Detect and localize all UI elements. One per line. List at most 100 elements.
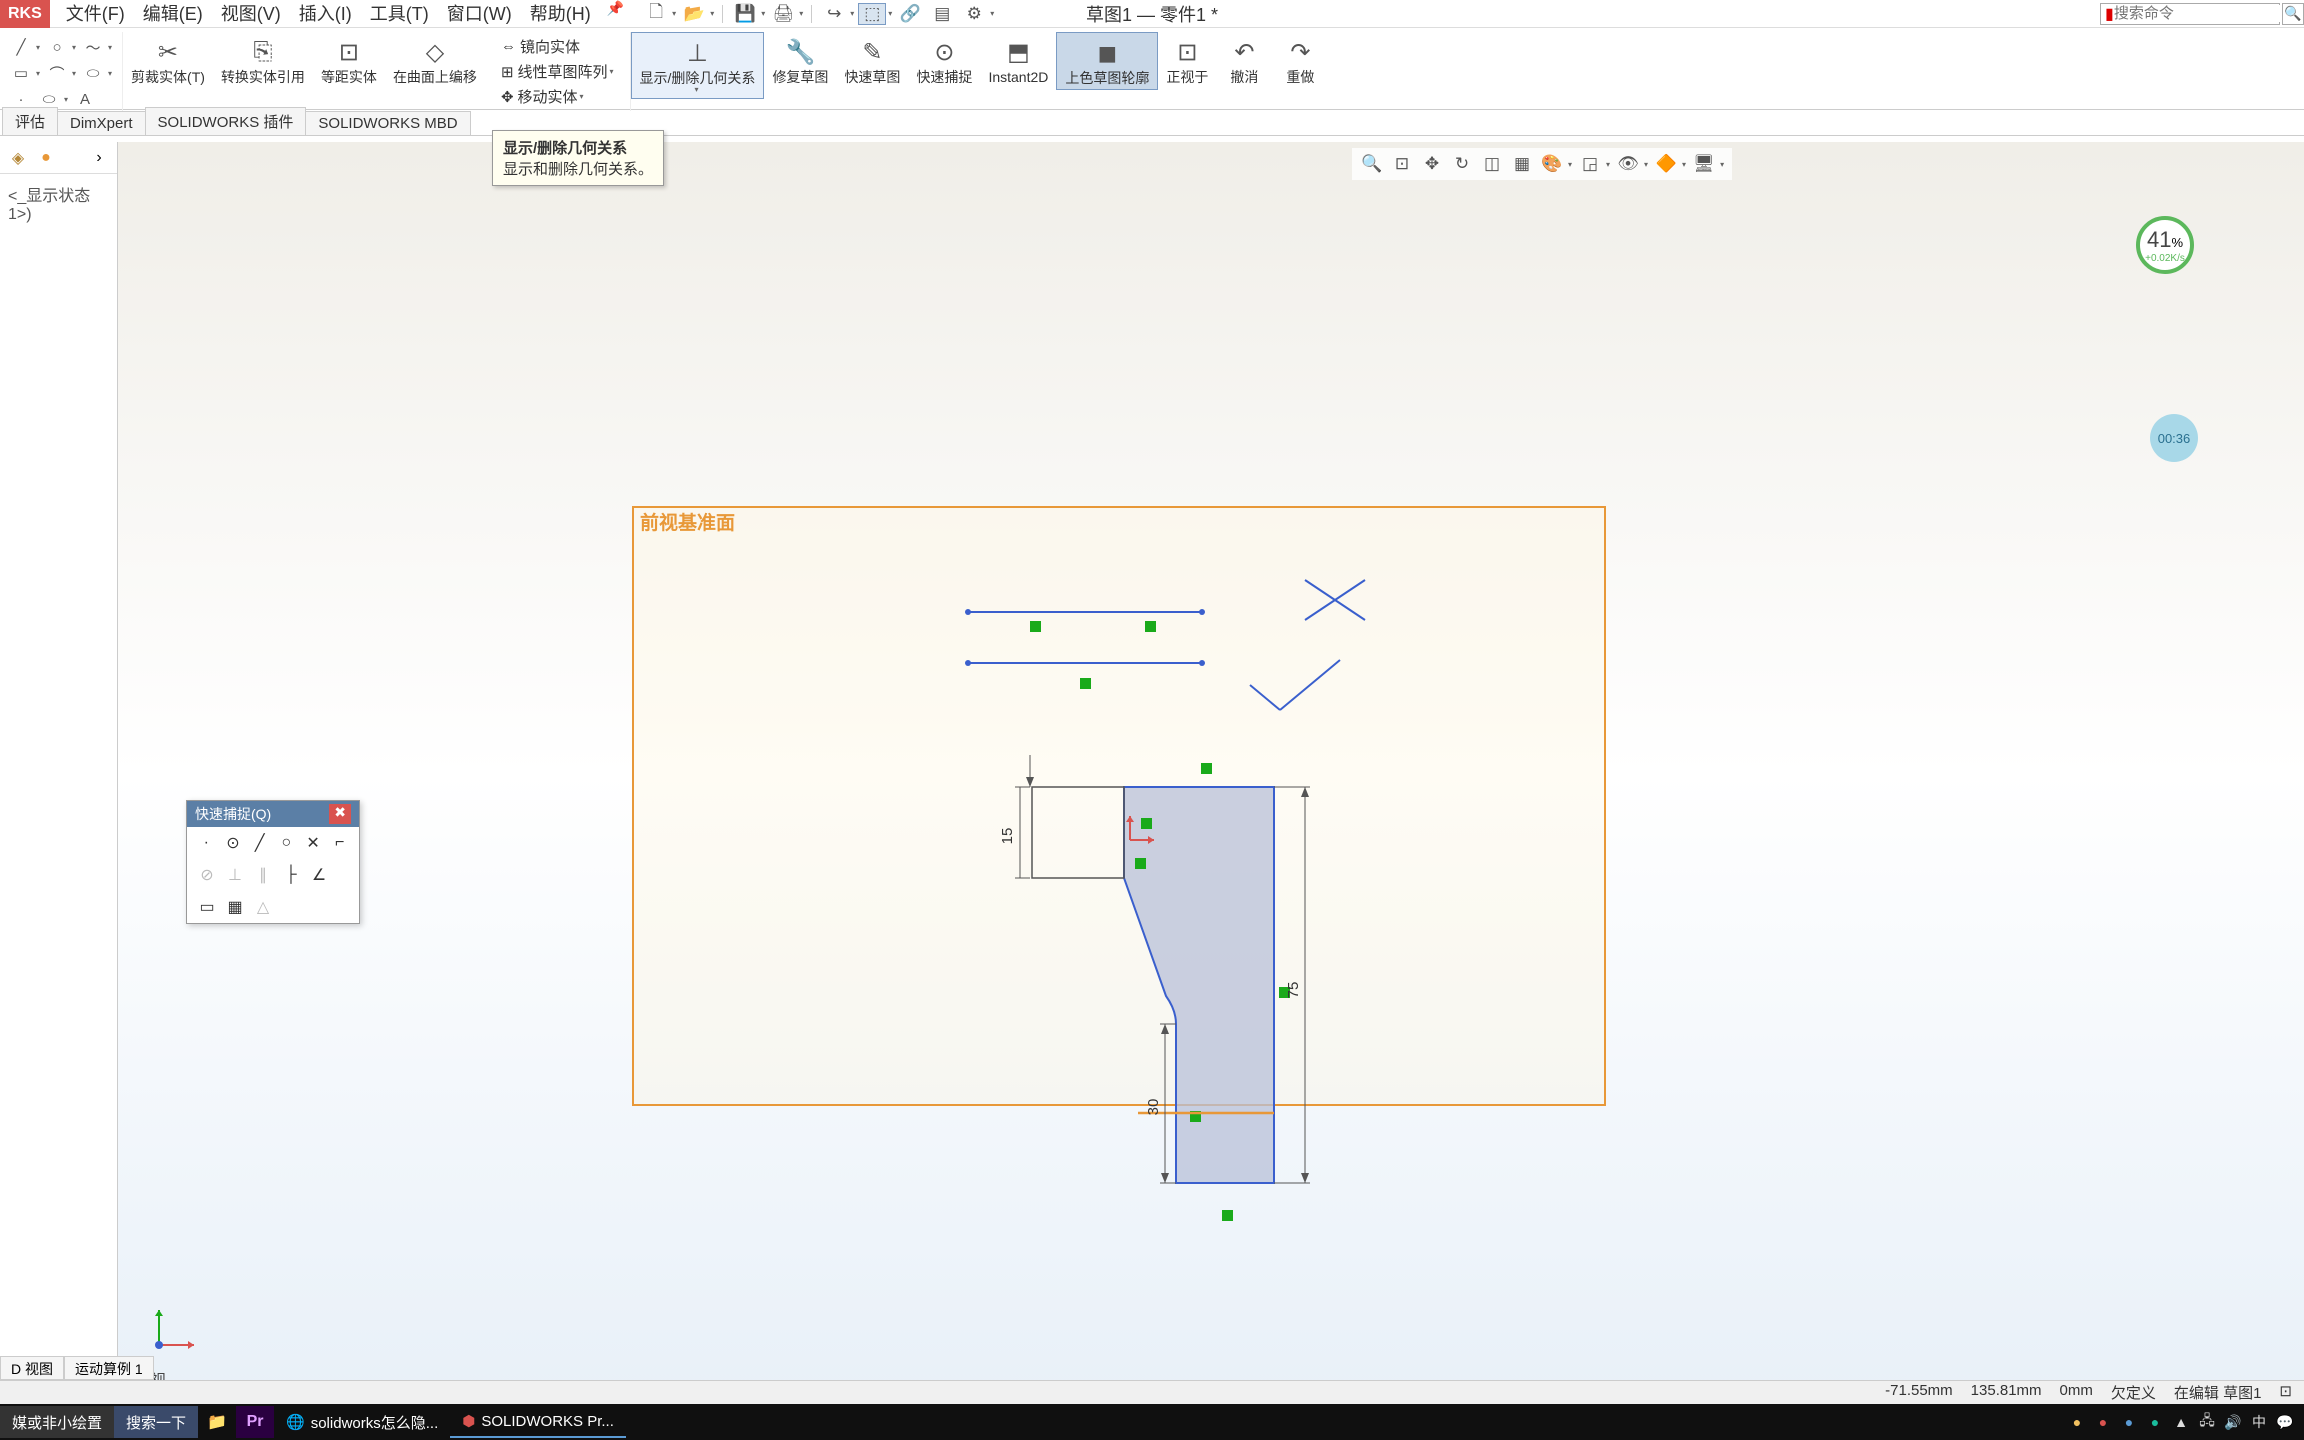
tab-dimxpert[interactable]: DimXpert xyxy=(57,111,146,135)
menu-file[interactable]: 文件(F) xyxy=(58,0,133,28)
taskbar-explorer-icon[interactable]: 📁 xyxy=(198,1406,236,1438)
save-icon[interactable]: 💾 xyxy=(731,3,759,25)
instant2d-button[interactable]: ⬒ Instant2D xyxy=(980,32,1056,88)
taskbar-item-0[interactable]: 媒或非小绘置 xyxy=(0,1406,114,1438)
tray-ime-icon[interactable]: 中 xyxy=(2248,1411,2270,1433)
redo-icon[interactable]: ↪ xyxy=(820,3,848,25)
menu-view[interactable]: 视图(V) xyxy=(213,0,289,28)
snap-point-icon[interactable]: · xyxy=(197,833,216,853)
taskbar-premiere-icon[interactable]: Pr xyxy=(236,1406,274,1438)
feature-tree-item[interactable]: <_显示状态 1>) xyxy=(0,174,117,232)
tray-icon-5[interactable]: ▲ xyxy=(2170,1411,2192,1433)
print-icon[interactable]: 🖨 xyxy=(769,3,797,25)
menu-insert[interactable]: 插入(I) xyxy=(291,0,360,28)
snap-quad-icon[interactable]: ○ xyxy=(277,833,296,853)
tray-volume-icon[interactable]: 🔊 xyxy=(2222,1411,2244,1433)
tray-icon-3[interactable]: ● xyxy=(2118,1411,2140,1433)
menu-edit[interactable]: 编辑(E) xyxy=(135,0,211,28)
tray-icon-4[interactable]: ● xyxy=(2144,1411,2166,1433)
taskbar-search[interactable]: 搜索一下 xyxy=(114,1406,198,1438)
move-button[interactable]: ✥移动实体▾ xyxy=(495,84,620,109)
open-icon[interactable]: 📂 xyxy=(680,3,708,25)
snap-grid2-icon[interactable]: ▦ xyxy=(225,897,245,917)
taskbar-solidworks[interactable]: ⬢SOLIDWORKS Pr... xyxy=(450,1406,626,1438)
redo-button[interactable]: ↷ 重做 xyxy=(1272,32,1328,88)
tray-icon-2[interactable]: ● xyxy=(2092,1411,2114,1433)
convert-label: 转换实体引用 xyxy=(221,70,305,84)
snap-hv-icon[interactable]: ├ xyxy=(281,865,301,885)
mirror-button[interactable]: ⇔镜向实体 xyxy=(495,34,620,59)
search-button[interactable]: 🔍 xyxy=(2282,3,2304,25)
view-orientation-icon[interactable]: ◲ xyxy=(1578,152,1602,176)
section-icon[interactable]: ◫ xyxy=(1480,152,1504,176)
new-icon[interactable]: 🗋 xyxy=(642,3,670,25)
bottom-tabs: D 视图 运动算例 1 xyxy=(0,1356,154,1380)
quick-snap-button[interactable]: ⊙ 快速捕捉 xyxy=(908,32,980,88)
surface-offset-button[interactable]: ◇ 在曲面上编移 xyxy=(385,32,485,88)
status-extra-icon[interactable]: ⊡ xyxy=(2279,1382,2292,1403)
menu-help[interactable]: 帮助(H) xyxy=(522,0,599,28)
tab-mbd[interactable]: SOLIDWORKS MBD xyxy=(305,111,470,135)
list-icon[interactable]: ▤ xyxy=(928,3,956,25)
line-icon[interactable]: ╱ xyxy=(10,36,32,58)
trim-button[interactable]: ✂ 剪裁实体(T) xyxy=(123,32,213,88)
circle-icon[interactable]: ○ xyxy=(46,36,68,58)
fm-cube-icon[interactable]: ◈ xyxy=(6,146,30,170)
fm-expand-icon[interactable]: › xyxy=(87,146,111,170)
tab-evaluate[interactable]: 评估 xyxy=(2,107,58,135)
snap-tangent-icon[interactable]: ⊘ xyxy=(197,865,217,885)
pan-icon[interactable]: ✥ xyxy=(1420,152,1444,176)
text-icon[interactable]: A xyxy=(74,88,96,110)
snap-perp-icon[interactable]: ⊥ xyxy=(225,865,245,885)
tray-icon-1[interactable]: ● xyxy=(2066,1411,2088,1433)
search-input[interactable] xyxy=(2114,5,2304,22)
shade-button[interactable]: ◼ 上色草图轮廓 xyxy=(1056,32,1158,90)
select-icon[interactable]: ⬚ xyxy=(858,3,886,25)
normal-button[interactable]: ⊡ 正视于 xyxy=(1158,32,1216,88)
search-box[interactable]: ▮ xyxy=(2100,3,2280,25)
snap-nearest-icon[interactable]: ⌐ xyxy=(330,833,349,853)
snap-angle2-icon[interactable]: △ xyxy=(253,897,273,917)
display-relations-button[interactable]: ⊥ 显示/删除几何关系 ▾ xyxy=(631,32,765,99)
options-icon[interactable]: ⚙ xyxy=(960,3,988,25)
snap-grid-icon[interactable]: ▭ xyxy=(197,897,217,917)
normal-icon: ⊡ xyxy=(1171,36,1203,68)
zoom-area-icon[interactable]: ⊡ xyxy=(1390,152,1414,176)
ribbon: ╱▾ ○▾ 〜▾ ▭▾ ⌒▾ ⬭▾ · ⬭▾ A ✂ 剪裁实体(T) ⎘ 转换实… xyxy=(0,28,2304,110)
snap-parallel-icon[interactable]: ∥ xyxy=(253,865,273,885)
repair-button[interactable]: 🔧 修复草图 xyxy=(764,32,836,88)
surface-icon: ◇ xyxy=(419,36,451,68)
display-style-icon[interactable]: ▦ xyxy=(1510,152,1534,176)
fm-sphere-icon[interactable]: ● xyxy=(34,146,58,170)
snap-intersect-icon[interactable]: ✕ xyxy=(304,833,323,853)
pattern-button[interactable]: ⊞线性草图阵列▾ xyxy=(495,59,620,84)
convert-button[interactable]: ⎘ 转换实体引用 xyxy=(213,32,313,88)
quick-sketch-button[interactable]: ✎ 快速草图 xyxy=(836,32,908,88)
undo-button[interactable]: ↶ 撤消 xyxy=(1216,32,1272,88)
menu-window[interactable]: 窗口(W) xyxy=(439,0,520,28)
tab-3dview[interactable]: D 视图 xyxy=(0,1356,64,1380)
tab-addins[interactable]: SOLIDWORKS 插件 xyxy=(145,107,307,135)
hide-show-icon[interactable]: 👁 xyxy=(1616,152,1640,176)
spline-icon[interactable]: 〜 xyxy=(82,36,104,58)
taskbar-chrome[interactable]: 🌐solidworks怎么隐... xyxy=(274,1406,450,1438)
snap-midpoint-icon[interactable]: ╱ xyxy=(250,833,269,853)
zoom-fit-icon[interactable]: 🔍 xyxy=(1360,152,1384,176)
snap-center-icon[interactable]: ⊙ xyxy=(224,833,243,853)
settings-icon[interactable]: 🖥 xyxy=(1692,152,1716,176)
scene-icon[interactable]: 🎨 xyxy=(1540,152,1564,176)
ellipse-icon[interactable]: ⬭ xyxy=(82,62,104,84)
pin-icon[interactable]: 📌 xyxy=(601,0,630,28)
appearance-icon[interactable]: 🔶 xyxy=(1654,152,1678,176)
snap-close-button[interactable]: ✖ xyxy=(329,804,351,824)
arc-icon[interactable]: ⌒ xyxy=(46,62,68,84)
offset-button[interactable]: ⊡ 等距实体 xyxy=(313,32,385,88)
menu-tools[interactable]: 工具(T) xyxy=(362,0,437,28)
tab-motion[interactable]: 运动算例 1 xyxy=(64,1356,154,1380)
tray-network-icon[interactable]: 🖧 xyxy=(2196,1411,2218,1433)
snap-angle-icon[interactable]: ∠ xyxy=(309,865,329,885)
rebuild-icon[interactable]: 🔗 xyxy=(896,3,924,25)
rect-icon[interactable]: ▭ xyxy=(10,62,32,84)
rotate-icon[interactable]: ↻ xyxy=(1450,152,1474,176)
tray-notify-icon[interactable]: 💬 xyxy=(2274,1411,2296,1433)
